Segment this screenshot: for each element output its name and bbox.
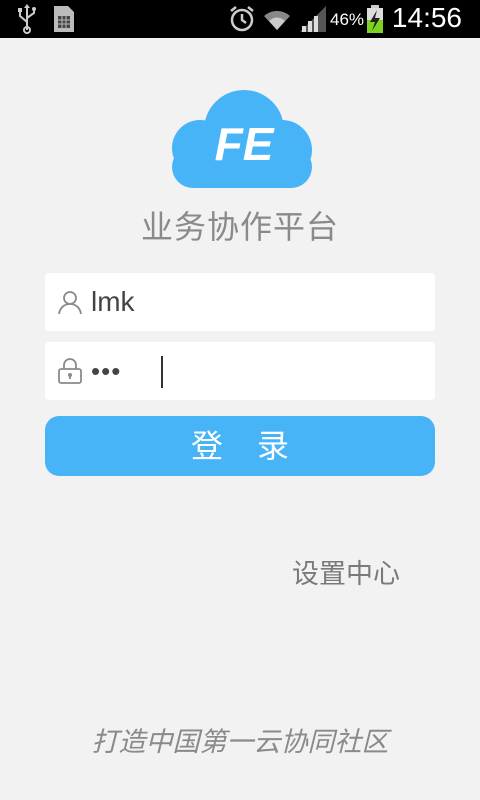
alarm-icon	[230, 6, 254, 32]
status-time: 14:56	[391, 2, 462, 33]
fe-cloud-logo: FE	[172, 90, 312, 188]
lock-icon	[58, 358, 82, 384]
settings-center-link[interactable]: 设置中心	[292, 552, 400, 591]
logo-text: FE	[215, 118, 275, 170]
usb-icon	[18, 4, 36, 34]
username-input[interactable]	[91, 273, 421, 331]
username-field[interactable]	[45, 273, 435, 331]
status-bar: 46% 14:56	[0, 0, 480, 38]
sim-card-icon	[54, 6, 74, 32]
wifi-icon	[264, 10, 290, 31]
password-field[interactable]	[45, 342, 435, 400]
app-title: 业务协作平台	[140, 208, 339, 246]
text-caret	[161, 356, 163, 388]
password-input[interactable]	[91, 342, 421, 400]
login-button[interactable]: 登录	[45, 416, 435, 476]
battery-charging-icon	[367, 5, 383, 33]
user-icon	[58, 291, 82, 315]
battery-percent: 46%	[330, 10, 365, 29]
slogan: 打造中国第一云协同社区	[91, 727, 389, 758]
signal-icon	[300, 6, 326, 32]
